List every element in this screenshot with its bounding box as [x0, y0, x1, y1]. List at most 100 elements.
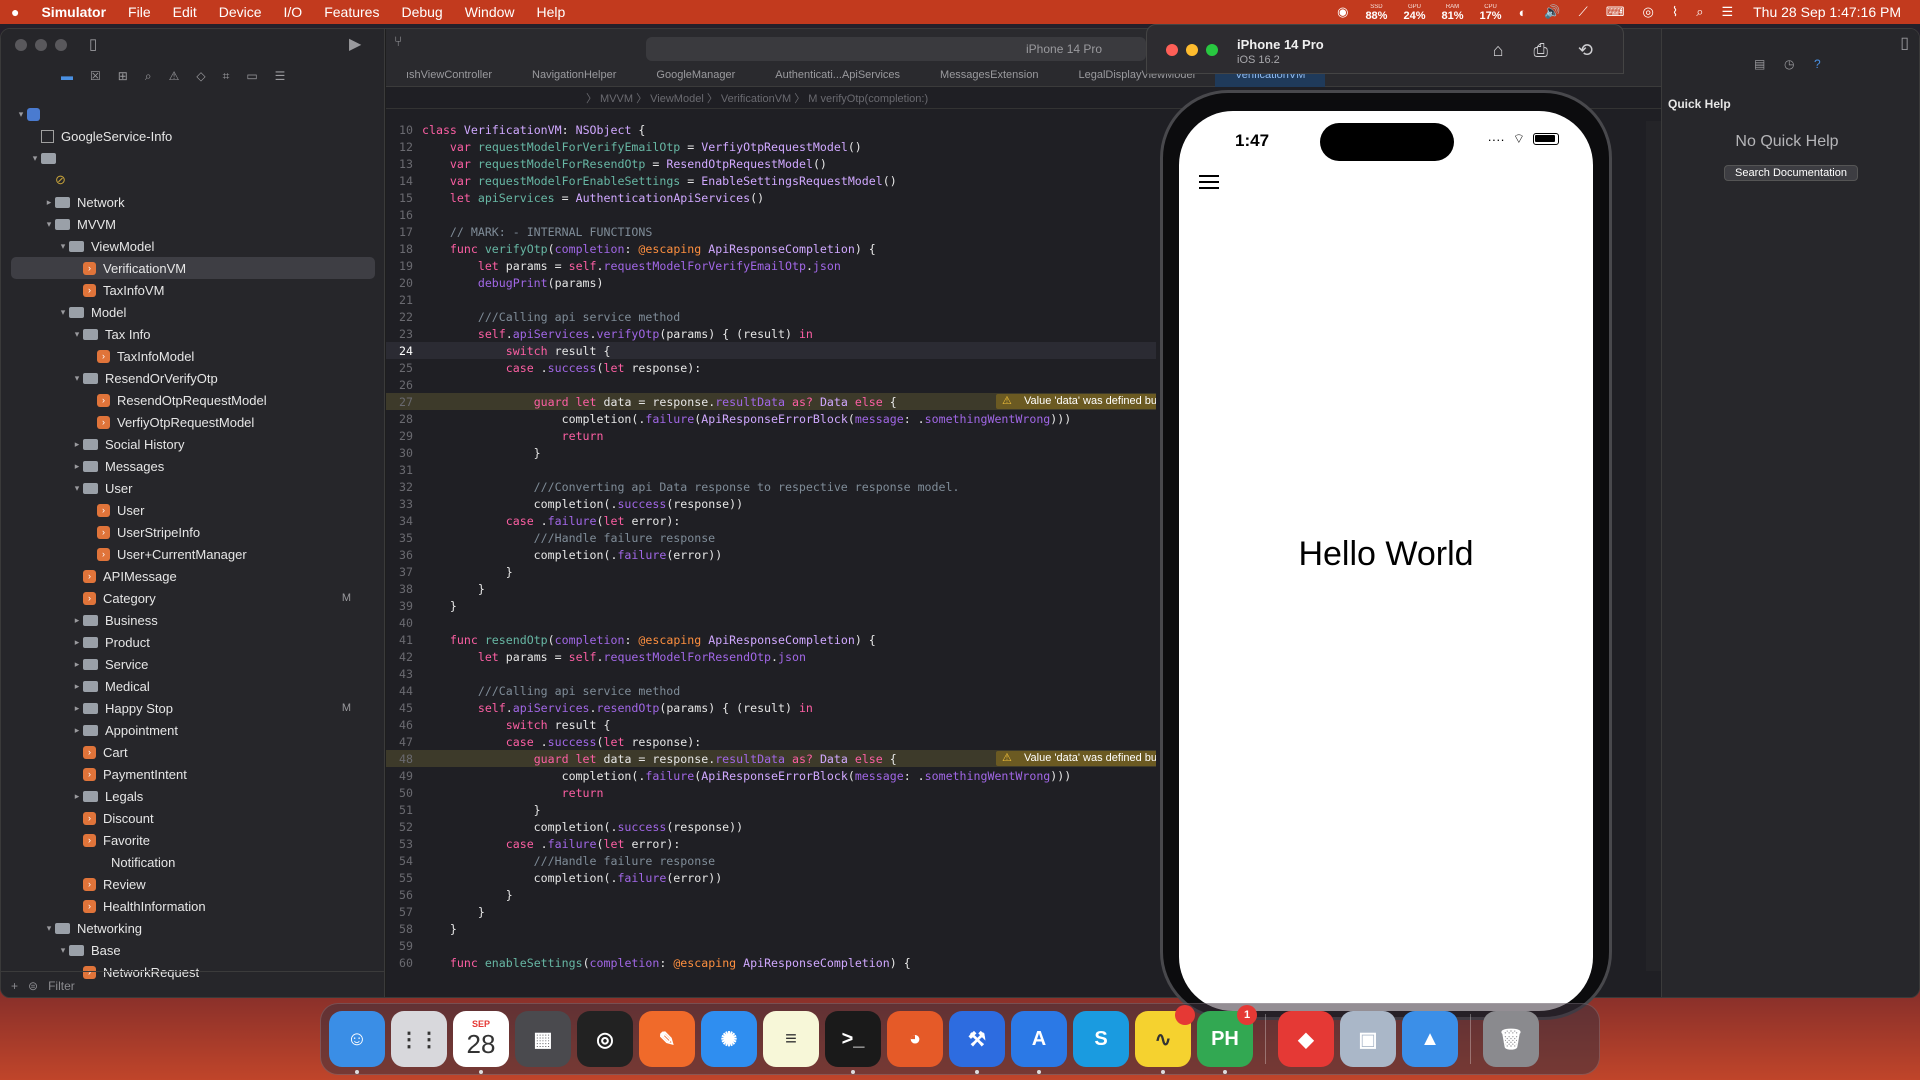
code-line[interactable]: 35 ///Handle failure response: [386, 529, 1156, 546]
symbol-icon[interactable]: ⊞: [118, 69, 128, 84]
editor-tab[interactable]: Authenticati...ApiServices: [755, 65, 920, 87]
spotlight-search-icon[interactable]: ⌕: [1696, 4, 1703, 20]
code-line[interactable]: 33 completion(.success(response)): [386, 495, 1156, 512]
calculator-icon[interactable]: ▦: [515, 1011, 571, 1067]
gpu-stat[interactable]: GPU 24%: [1403, 3, 1425, 22]
code-line[interactable]: 22 ///Calling api service method: [386, 308, 1156, 325]
nav-item[interactable]: ▾: [1, 147, 385, 169]
chevron-right-icon[interactable]: ▸: [71, 681, 83, 692]
nav-item[interactable]: ▾ Tax Info: [1, 323, 385, 345]
nav-item[interactable]: ▾ Networking: [1, 917, 385, 939]
menu-features[interactable]: Features: [313, 4, 390, 20]
chevron-down-icon[interactable]: ▾: [57, 307, 69, 318]
nav-item[interactable]: › PaymentIntent: [1, 763, 385, 785]
editor-tab[interactable]: MessagesExtension: [920, 65, 1058, 87]
code-line[interactable]: 50 return: [386, 784, 1156, 801]
nav-item[interactable]: ▸ Product: [1, 631, 385, 653]
quicktime-icon[interactable]: ◎: [577, 1011, 633, 1067]
menu-debug[interactable]: Debug: [390, 4, 453, 20]
chevron-right-icon[interactable]: ▸: [71, 615, 83, 626]
source-control-icon[interactable]: ☒: [90, 69, 101, 84]
zoom-button[interactable]: [55, 39, 67, 51]
code-line[interactable]: 34 case .failure(let error):: [386, 512, 1156, 529]
nav-item[interactable]: ▸ Business: [1, 609, 385, 631]
anydesk-icon[interactable]: ◆: [1278, 1011, 1334, 1067]
code-line[interactable]: 25 case .success(let response):: [386, 359, 1156, 376]
nav-item[interactable]: ▸ Appointment: [1, 719, 385, 741]
nav-item[interactable]: › UserStripeInfo: [1, 521, 385, 543]
nav-item[interactable]: › APIMessage: [1, 565, 385, 587]
filter-input[interactable]: Filter: [48, 979, 75, 993]
code-line[interactable]: 59: [386, 937, 1156, 954]
menu-help[interactable]: Help: [526, 4, 577, 20]
chevron-down-icon[interactable]: ▾: [29, 153, 41, 164]
chevron-down-icon[interactable]: ▾: [71, 329, 83, 340]
notes-icon[interactable]: ≡: [763, 1011, 819, 1067]
code-line[interactable]: 57 }: [386, 903, 1156, 920]
report-icon[interactable]: ☰: [275, 69, 286, 84]
nav-item[interactable]: ▾ MVVM: [1, 213, 385, 235]
nav-item[interactable]: › VerificationVM: [11, 257, 375, 279]
code-line[interactable]: 52 completion(.success(response)): [386, 818, 1156, 835]
nav-item[interactable]: GoogleService-Info: [1, 125, 385, 147]
keynote-icon[interactable]: ▲: [1402, 1011, 1458, 1067]
folder-icon[interactable]: ▬: [61, 69, 73, 84]
vpn-icon[interactable]: ◐: [1519, 5, 1527, 20]
nav-item[interactable]: › Category M: [1, 587, 385, 609]
nav-item[interactable]: › HealthInformation: [1, 895, 385, 917]
code-line[interactable]: 19 let params = self.requestModelForVeri…: [386, 257, 1156, 274]
nav-item[interactable]: › VerfiyOtpRequestModel: [1, 411, 385, 433]
search-documentation-button[interactable]: Search Documentation: [1724, 165, 1858, 181]
chevron-right-icon[interactable]: ▸: [71, 725, 83, 736]
terminal-icon[interactable]: >_: [825, 1011, 881, 1074]
warning-badge[interactable]: Value 'data' was defined but never used: [996, 394, 1156, 409]
chevron-right-icon[interactable]: ▸: [71, 637, 83, 648]
nav-item[interactable]: ▸ Messages: [1, 455, 385, 477]
code-line[interactable]: 10 class VerificationVM: NSObject {: [386, 121, 1156, 138]
chevron-right-icon[interactable]: ▸: [43, 197, 55, 208]
nav-item[interactable]: › Review: [1, 873, 385, 895]
chevron-right-icon[interactable]: ▸: [71, 461, 83, 472]
code-line[interactable]: 15 let apiServices = AuthenticationApiSe…: [386, 189, 1156, 206]
filter-options-icon[interactable]: ⊜: [28, 979, 38, 993]
chevron-down-icon[interactable]: ▾: [57, 241, 69, 252]
code-line[interactable]: 44 ///Calling api service method: [386, 682, 1156, 699]
nav-item[interactable]: ▸ Medical: [1, 675, 385, 697]
code-line[interactable]: 13 var requestModelForResendOtp = Resend…: [386, 155, 1156, 172]
hamburger-menu-icon[interactable]: [1199, 175, 1219, 189]
branch-icon[interactable]: ⑂: [394, 33, 402, 49]
menu-device[interactable]: Device: [208, 4, 273, 20]
issue-icon[interactable]: ⚠: [169, 69, 180, 84]
user-icon[interactable]: ◎: [1642, 4, 1653, 20]
iphone-screen[interactable]: 1:47 ···· ⌔ Hello World: [1179, 111, 1593, 1011]
code-line[interactable]: 48 guard let data = response.resultData …: [386, 750, 1156, 767]
nav-item[interactable]: Notification: [1, 851, 385, 873]
launchpad-icon[interactable]: ⋮⋮: [391, 1011, 447, 1067]
monitor-icon[interactable]: ∿: [1135, 1005, 1195, 1074]
chevron-down-icon[interactable]: ▾: [71, 373, 83, 384]
code-line[interactable]: 12 var requestModelForVerifyEmailOtp = V…: [386, 138, 1156, 155]
code-line[interactable]: 55 completion(.failure(error)): [386, 869, 1156, 886]
nav-item[interactable]: ▾ ResendOrVerifyOtp: [1, 367, 385, 389]
nav-item[interactable]: › Discount: [1, 807, 385, 829]
editor-tab[interactable]: NavigationHelper: [512, 65, 636, 87]
code-line[interactable]: 17 // MARK: - INTERNAL FUNCTIONS: [386, 223, 1156, 240]
warning-badge[interactable]: Value 'data' was defined but never used: [996, 751, 1156, 766]
minimize-button[interactable]: [1186, 44, 1198, 56]
code-line[interactable]: 53 case .failure(let error):: [386, 835, 1156, 852]
finder-icon[interactable]: ☺: [329, 1011, 385, 1074]
code-line[interactable]: 23 self.apiServices.verifyOtp(params) { …: [386, 325, 1156, 342]
antivirus-icon[interactable]: ◉: [1337, 4, 1348, 20]
code-line[interactable]: 58 }: [386, 920, 1156, 937]
trash-icon[interactable]: 🗑: [1483, 1011, 1539, 1067]
safari-icon[interactable]: ✺: [701, 1011, 757, 1067]
chevron-right-icon[interactable]: ▸: [71, 791, 83, 802]
code-line[interactable]: 38 }: [386, 580, 1156, 597]
editor-tab[interactable]: ıshViewController: [386, 65, 512, 87]
nav-item[interactable]: ▸ Service: [1, 653, 385, 675]
minimize-button[interactable]: [35, 39, 47, 51]
rotate-icon[interactable]: ⟲: [1578, 40, 1593, 61]
code-line[interactable]: 16: [386, 206, 1156, 223]
app-menu[interactable]: Simulator: [30, 4, 117, 20]
firefox-icon[interactable]: ◕: [887, 1011, 943, 1067]
